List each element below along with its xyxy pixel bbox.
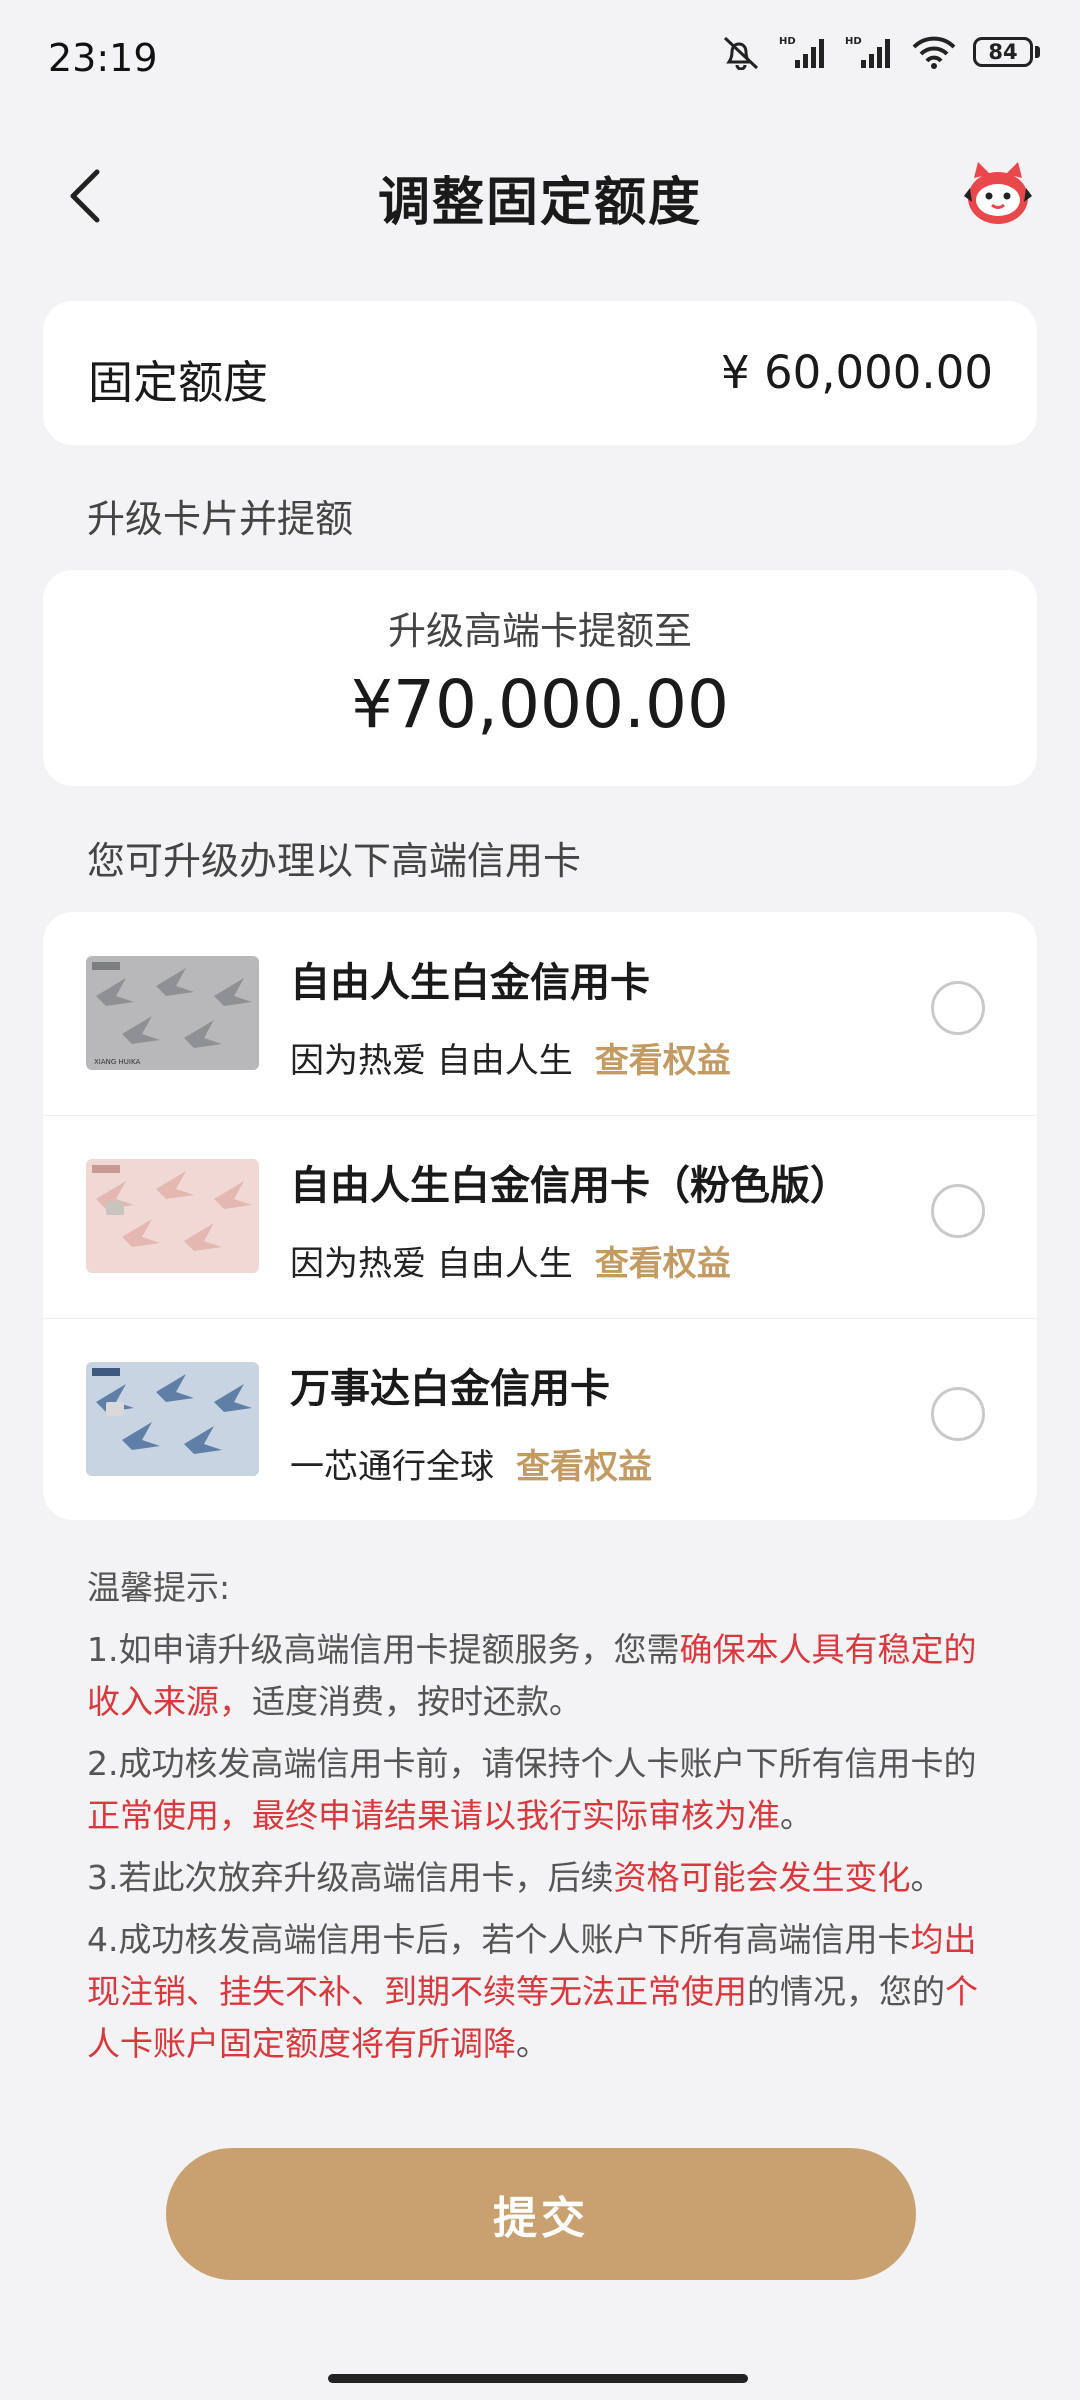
tips-section: 温馨提示: 1.如申请升级高端信用卡提额服务，您需确保本人具有稳定的收入来源，适…	[87, 1562, 987, 2080]
mascot-icon[interactable]	[956, 152, 1040, 236]
upgrade-limit-card: 升级高端卡提额至 ¥70,000.00	[43, 570, 1037, 786]
card-desc: 因为热爱 自由人生 查看权益	[290, 1033, 731, 1082]
view-benefits-link[interactable]: 查看权益	[595, 1041, 731, 1081]
tip-1: 1.如申请升级高端信用卡提额服务，您需确保本人具有稳定的收入来源，适度消费，按时…	[87, 1630, 977, 1721]
cards-section-title: 您可升级办理以下高端信用卡	[87, 839, 582, 883]
card-desc: 因为热爱 自由人生 查看权益	[290, 1236, 731, 1285]
card-image-blue	[86, 1362, 259, 1476]
card-tagline: 一芯通行全球	[290, 1447, 494, 1487]
tip-2: 2.成功核发高端信用卡前，请保持个人卡账户下所有信用卡的正常使用，最终申请结果请…	[87, 1744, 977, 1835]
tip-4: 4.成功核发高端信用卡后，若个人账户下所有高端信用卡均出现注销、挂失不补、到期不…	[87, 1920, 978, 2063]
signal-1-icon: HD	[779, 34, 829, 70]
tip-3: 3.若此次放弃升级高端信用卡，后续资格可能会发生变化。	[87, 1858, 944, 1897]
status-icons: HD HD 84	[719, 34, 1040, 70]
radio-button[interactable]	[931, 981, 985, 1035]
card-name: 自由人生白金信用卡（粉色版）	[290, 1163, 850, 1209]
page-title: 调整固定额度	[377, 173, 702, 233]
status-time: 23:19	[48, 36, 158, 80]
battery-level: 84	[973, 37, 1033, 67]
status-bar: 23:19 HD HD 84	[0, 0, 1080, 120]
signal-2-icon: HD	[845, 34, 895, 70]
upgrade-label: 升级高端卡提额至	[387, 609, 692, 653]
submit-button[interactable]: 提交	[166, 2148, 916, 2280]
fixed-limit-card: 固定额度 ¥ 60,000.00	[43, 301, 1037, 445]
card-options-list: XIANG HUIKA 自由人生白金信用卡 因为热爱 自由人生 查看权益 自由人…	[43, 912, 1037, 1520]
fixed-limit-label: 固定额度	[88, 356, 269, 409]
wifi-icon	[911, 34, 957, 70]
nav-bar: 调整固定额度	[0, 140, 1080, 250]
card-desc: 一芯通行全球 查看权益	[290, 1439, 652, 1488]
card-name: 万事达白金信用卡	[290, 1366, 610, 1412]
fixed-limit-value: ¥ 60,000.00	[721, 346, 993, 399]
card-image-silver: XIANG HUIKA	[86, 956, 259, 1070]
card-option-mastercard[interactable]: 万事达白金信用卡 一芯通行全球 查看权益	[43, 1318, 1037, 1520]
card-tagline: 因为热爱 自由人生	[290, 1244, 573, 1284]
radio-button[interactable]	[931, 1387, 985, 1441]
upgrade-value: ¥70,000.00	[351, 666, 729, 743]
card-name: 自由人生白金信用卡	[290, 960, 650, 1006]
card-option-platinum-pink[interactable]: 自由人生白金信用卡（粉色版） 因为热爱 自由人生 查看权益	[43, 1115, 1037, 1318]
card-option-platinum[interactable]: XIANG HUIKA 自由人生白金信用卡 因为热爱 自由人生 查看权益	[43, 912, 1037, 1115]
svg-text:HD: HD	[845, 36, 862, 47]
card-tagline: 因为热爱 自由人生	[290, 1041, 573, 1081]
view-benefits-link[interactable]: 查看权益	[516, 1447, 652, 1487]
svg-text:HD: HD	[779, 36, 796, 47]
battery-icon: 84	[973, 37, 1040, 67]
mute-icon	[719, 34, 763, 70]
home-indicator[interactable]	[328, 2374, 748, 2383]
radio-button[interactable]	[931, 1184, 985, 1238]
svg-text:XIANG HUIKA: XIANG HUIKA	[94, 1058, 140, 1066]
view-benefits-link[interactable]: 查看权益	[595, 1244, 731, 1284]
upgrade-section-title: 升级卡片并提额	[87, 497, 354, 541]
tips-title: 温馨提示:	[87, 1568, 231, 1607]
card-image-pink	[86, 1159, 259, 1273]
